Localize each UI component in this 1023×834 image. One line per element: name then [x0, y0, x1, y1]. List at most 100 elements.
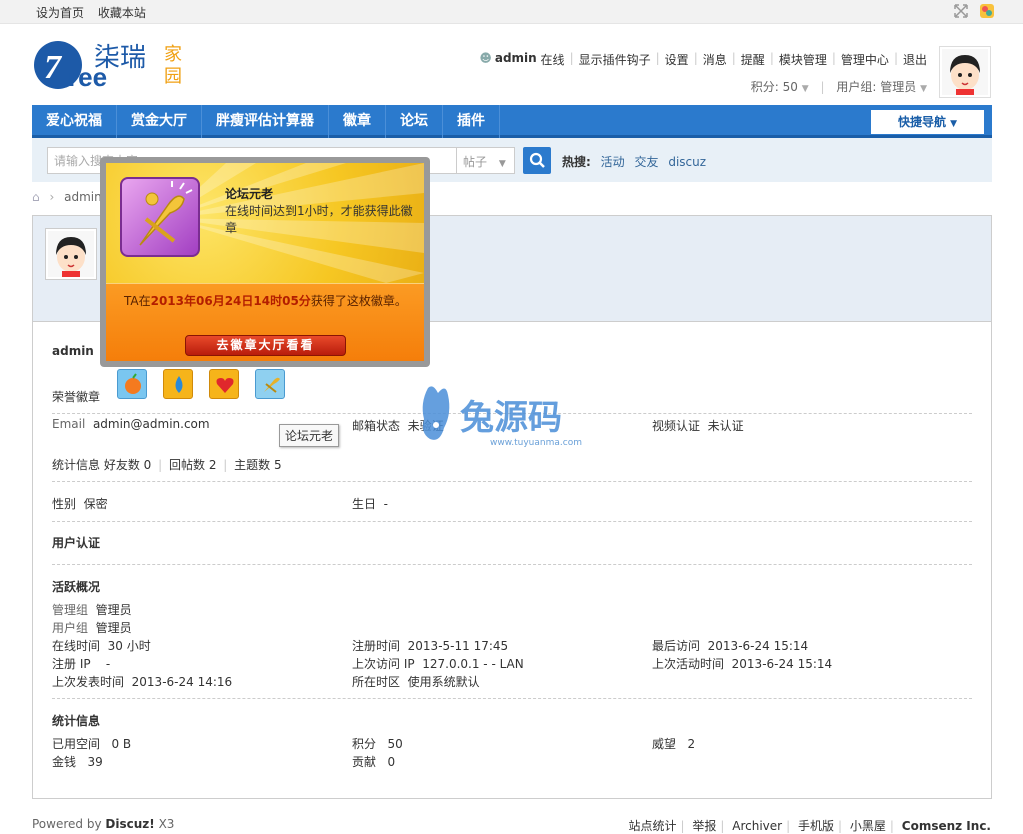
replies-link[interactable]: 回帖数 2 [169, 458, 216, 472]
search-icon [529, 152, 545, 168]
user-group-value[interactable]: 管理员 [96, 621, 132, 635]
last-visit-value: 2013-6-24 15:14 [707, 639, 809, 653]
style-icon[interactable] [979, 3, 995, 19]
module-admin-link[interactable]: 模块管理 [779, 51, 827, 68]
mail-status-label: 邮箱状态 [352, 419, 401, 433]
nav-item-bounty[interactable]: 赏金大厅 [117, 105, 202, 138]
footer-link-report[interactable]: 举报 [692, 819, 716, 833]
points-value: 50 [387, 737, 403, 751]
goto-medal-hall-button[interactable]: 去徽章大厅看看 [185, 335, 346, 356]
activity-title: 活跃概况 [52, 580, 101, 594]
admin-group-value[interactable]: 管理员 [96, 603, 132, 617]
nav-item-forum[interactable]: 论坛 [386, 105, 443, 138]
avatar[interactable] [939, 46, 991, 98]
home-icon[interactable]: ⌂ [32, 190, 40, 204]
notices-link[interactable]: 提醒 [741, 51, 765, 68]
search-type-select[interactable]: 帖子 ▼ [457, 147, 515, 174]
reg-time-label: 注册时间 [352, 639, 401, 653]
messages-link[interactable]: 消息 [703, 51, 727, 68]
tz-label: 所在时区 [352, 675, 401, 689]
footer-left: Powered by Discuz! X3 [32, 817, 174, 831]
badge-icon[interactable] [255, 369, 285, 399]
divider [52, 521, 972, 522]
last-active-row: 上次活动时间 2013-6-24 15:14 [652, 655, 832, 672]
footer-link-blackroom[interactable]: 小黑屋 [850, 819, 886, 833]
logout-link[interactable]: 退出 [903, 51, 927, 68]
gender-row: 性别 保密 [52, 495, 108, 512]
username-link[interactable]: admin [495, 51, 537, 68]
quick-nav-button[interactable]: 快捷导航 ▼ [871, 110, 984, 134]
badge-icon[interactable] [117, 369, 147, 399]
settings-link[interactable]: 设置 [665, 51, 689, 68]
nav-item-love[interactable]: 爱心祝福 [32, 105, 117, 138]
logo-cn2a: 家 [164, 44, 182, 65]
admin-center-link[interactable]: 管理中心 [841, 51, 889, 68]
badge-icon[interactable] [163, 369, 193, 399]
chevron-down-icon: ▼ [950, 119, 958, 129]
discuz-link[interactable]: Discuz! [105, 817, 154, 831]
online-value: 30 小时 [107, 639, 151, 653]
hot-search: 热搜: 活动 交友 discuz [562, 153, 706, 170]
fullscreen-icon[interactable] [953, 3, 969, 19]
usergroup-menu[interactable]: 用户组: 管理员 [836, 80, 916, 94]
footer-company[interactable]: Comsenz Inc. [902, 819, 991, 833]
online-label: 在线时间 [52, 639, 101, 653]
site-logo[interactable]: 7 ree 柒瑞 家 园 [32, 36, 202, 94]
search-type-label: 帖子 [463, 155, 488, 169]
space-label: 已用空间 [52, 737, 101, 751]
footer-right: 站点统计 | 举报 | Archiver | 手机版 | 小黑屋 | Comsenz In… [628, 819, 991, 833]
breadcrumb-user[interactable]: admin [64, 190, 102, 204]
top-icons [953, 3, 995, 19]
points-menu[interactable]: 积分: 50 [751, 80, 798, 94]
top-bar: 设为首页 收藏本站 [0, 0, 1023, 24]
footer-link-mobile[interactable]: 手机版 [798, 819, 834, 833]
last-ip-value: 127.0.0.1 - - LAN [422, 657, 524, 671]
footer-link-stats[interactable]: 站点统计 [628, 819, 676, 833]
divider [52, 481, 972, 482]
video-row: 视频认证 未认证 [652, 417, 744, 434]
award-date: 2013年06月24日14时05分 [150, 294, 311, 308]
nav-item-plugins[interactable]: 插件 [443, 105, 500, 138]
main-nav: 爱心祝福 赏金大厅 胖瘦评估计算器 徽章 论坛 插件 快捷导航 ▼ [32, 105, 992, 138]
tz-value: 使用系统默认 [407, 675, 480, 689]
profile-username: admin [52, 344, 94, 358]
birthday-value: - [383, 497, 388, 511]
online-time-row: 在线时间 30 小时 [52, 637, 151, 654]
badge-icon[interactable] [209, 369, 239, 399]
trumpet-badge-icon [264, 377, 280, 393]
rabbit-icon [422, 386, 450, 440]
bookmark-link[interactable]: 收藏本站 [98, 6, 146, 20]
prestige-label: 威望 [652, 737, 677, 751]
user-info-2: 积分: 50 ▼ | 用户组: 管理员 ▼ [750, 80, 927, 94]
user-icon: ☻ [479, 51, 492, 65]
user-info: ☻ admin 在线 | 显示插件钩子 | 设置 | 消息 | 提醒 | 模块管理 | 管… [479, 51, 927, 68]
birthday-row: 生日 - [352, 495, 388, 512]
chevron-down-icon: ▼ [801, 84, 809, 94]
stats-label: 统计信息 [52, 458, 101, 472]
last-post-row: 上次发表时间 2013-6-24 14:16 [52, 673, 232, 690]
nav-item-medals[interactable]: 徽章 [329, 105, 386, 138]
search-button[interactable] [523, 147, 551, 174]
admin-group-row: 管理组 管理员 [52, 601, 132, 618]
video-value: 未认证 [707, 419, 744, 433]
gender-value: 保密 [83, 497, 108, 511]
money-label: 金钱 [52, 755, 77, 769]
hot-keyword[interactable]: discuz [668, 155, 706, 169]
hot-keyword[interactable]: 活动 [601, 155, 625, 169]
birthday-label: 生日 [352, 497, 377, 511]
logo-cn2b: 园 [164, 66, 182, 87]
nav-item-bmi[interactable]: 胖瘦评估计算器 [202, 105, 329, 138]
online-status: 在线 [540, 53, 565, 67]
last-post-label: 上次发表时间 [52, 675, 125, 689]
award-suffix: 获得了这枚徽章。 [310, 294, 407, 308]
top-links: 设为首页 收藏本站 [36, 4, 156, 21]
medal-award-message: TA在2013年06月24日14时05分获得了这枚徽章。 [124, 293, 409, 310]
footer-link-archiver[interactable]: Archiver [732, 819, 782, 833]
friends-link[interactable]: 好友数 0 [104, 458, 151, 472]
hot-keyword[interactable]: 交友 [634, 155, 658, 169]
heart-badge-icon [216, 378, 234, 393]
plugin-hooks-link[interactable]: 显示插件钩子 [579, 51, 651, 68]
reg-ip-row: 注册 IP - [52, 655, 110, 672]
threads-link[interactable]: 主题数 5 [234, 458, 281, 472]
set-home-link[interactable]: 设为首页 [36, 6, 84, 20]
